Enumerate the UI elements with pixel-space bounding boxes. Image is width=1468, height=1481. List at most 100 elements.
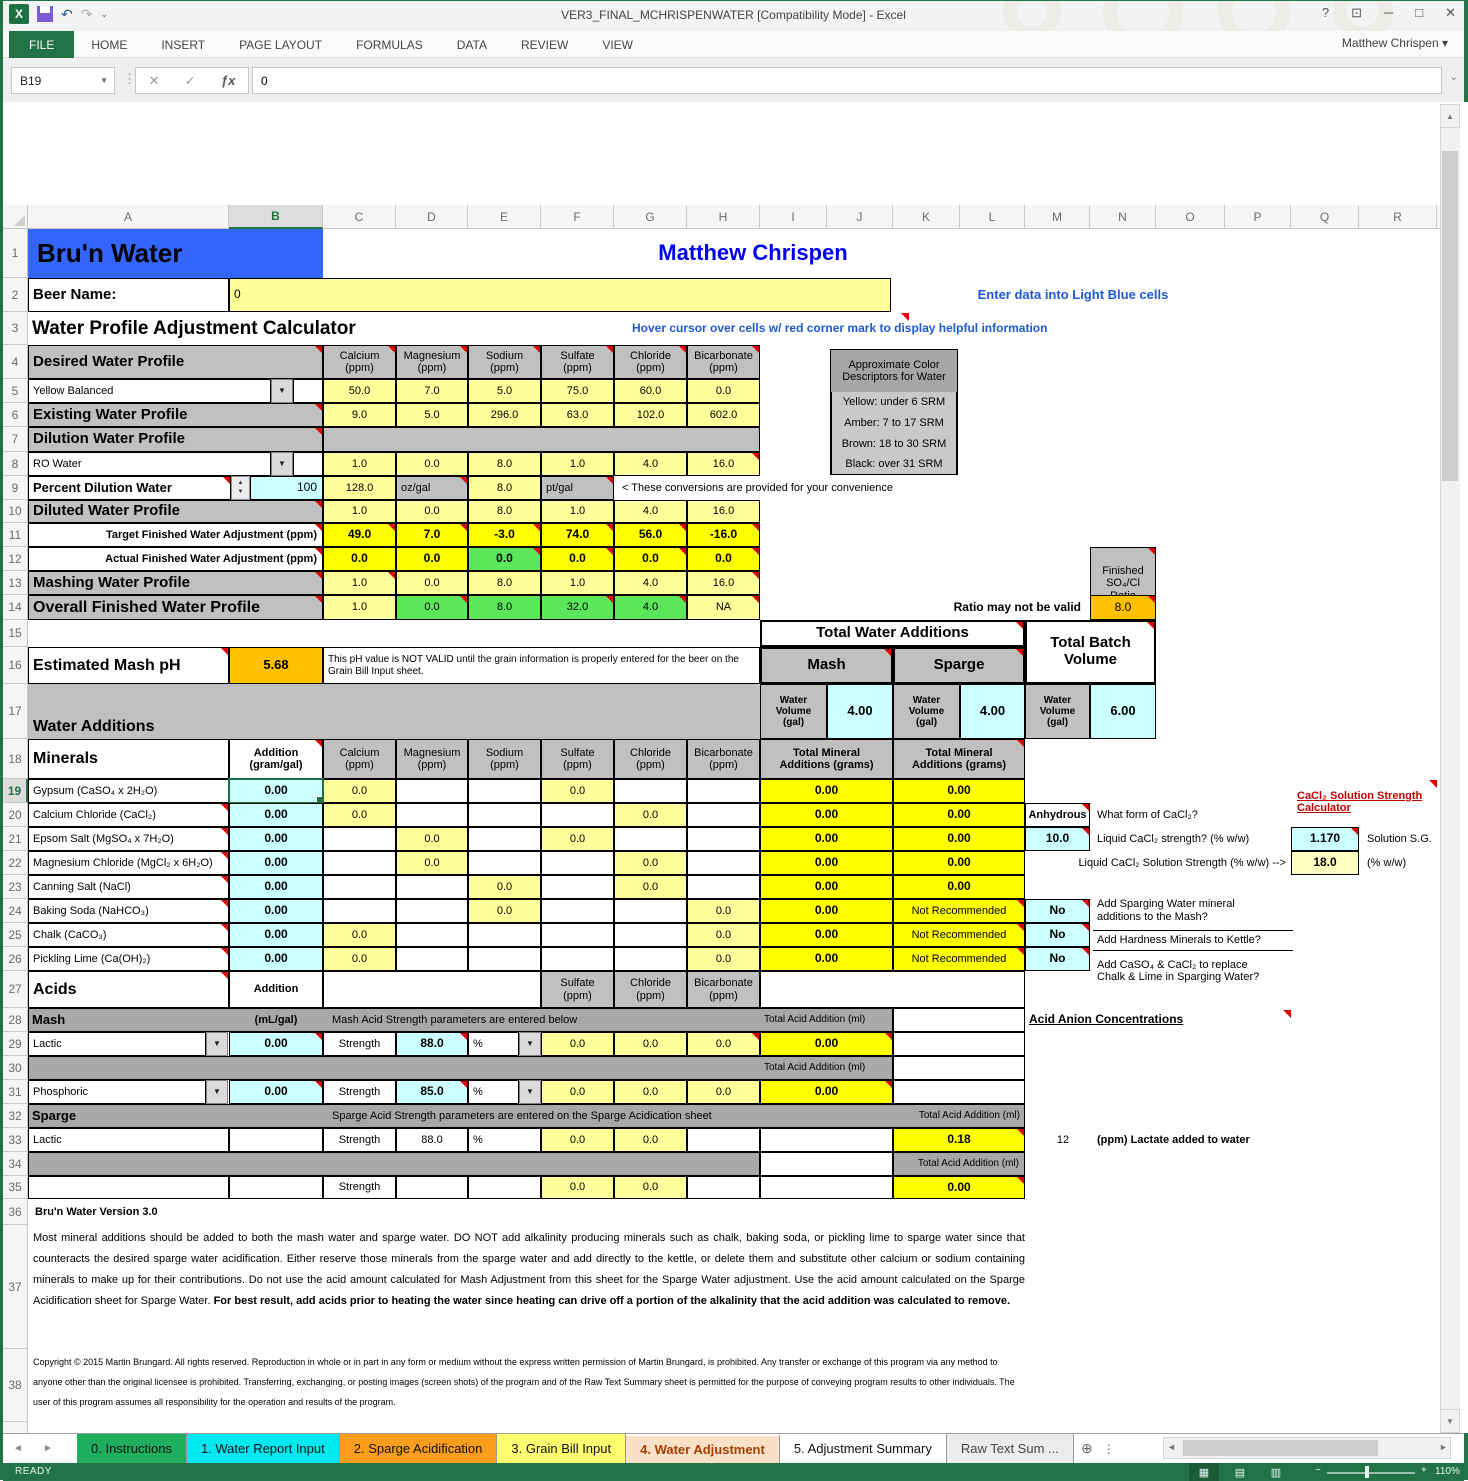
row-header-37[interactable]: 37: [3, 1225, 28, 1349]
column-header-R[interactable]: R: [1359, 205, 1437, 229]
solution-sg-input[interactable]: 1.170: [1291, 827, 1359, 851]
tab-file[interactable]: FILE: [9, 31, 74, 58]
name-box-caret-icon[interactable]: ▼: [100, 76, 108, 85]
pickling-lime-addition-input[interactable]: 0.00: [229, 947, 323, 971]
row-header-10[interactable]: 10: [3, 500, 28, 523]
row-header-31[interactable]: 31: [3, 1080, 28, 1104]
column-header-A[interactable]: A: [28, 205, 229, 229]
zoom-level[interactable]: 110%: [1435, 1466, 1460, 1477]
chalk-addition-input[interactable]: 0.00: [229, 923, 323, 947]
signed-in-user[interactable]: Matthew Chrispen ▾: [1342, 36, 1448, 50]
column-header-F[interactable]: F: [541, 205, 614, 229]
enter-icon[interactable]: ✓: [185, 73, 196, 89]
horizontal-scrollbar-thumb[interactable]: [1183, 1440, 1378, 1456]
help-icon[interactable]: ?: [1322, 5, 1329, 21]
row-header-8[interactable]: 8: [3, 452, 28, 476]
column-header-O[interactable]: O: [1156, 205, 1225, 229]
row-header-7[interactable]: 7: [3, 427, 28, 452]
replace-chalk-lime-toggle[interactable]: No: [1025, 947, 1090, 971]
column-header-J[interactable]: J: [827, 205, 893, 229]
column-header-C[interactable]: C: [323, 205, 396, 229]
desired-profile-dropdown[interactable]: ▼: [271, 379, 293, 403]
sheet-tab-raw-text-summary[interactable]: Raw Text Sum ...: [947, 1434, 1074, 1463]
mash-acid-1-unit-dropdown[interactable]: ▼: [519, 1032, 541, 1056]
sheet-tab-more-icon[interactable]: ⋮: [1100, 1434, 1118, 1463]
gypsum-addition-input[interactable]: 0.00: [229, 779, 323, 803]
zoom-in-icon[interactable]: +: [1421, 1465, 1427, 1476]
row-header-1[interactable]: 1: [3, 229, 28, 278]
row-header-17[interactable]: 17: [3, 684, 28, 739]
row-header-35[interactable]: 35: [3, 1176, 28, 1199]
row-header-20[interactable]: 20: [3, 803, 28, 827]
tab-review[interactable]: REVIEW: [504, 31, 585, 58]
row-header-9[interactable]: 9: [3, 476, 28, 500]
row-header-16[interactable]: 16: [3, 647, 28, 684]
sheet-tab-instructions[interactable]: 0. Instructions: [77, 1434, 187, 1463]
row-header-15[interactable]: 15: [3, 620, 28, 647]
tab-insert[interactable]: INSERT: [144, 31, 222, 58]
page-break-view-icon[interactable]: ▥: [1261, 1463, 1291, 1481]
page-layout-view-icon[interactable]: ▤: [1225, 1463, 1255, 1481]
scroll-left-icon[interactable]: ◄: [1167, 1442, 1176, 1452]
tab-page-layout[interactable]: PAGE LAYOUT: [222, 31, 339, 58]
row-header-5[interactable]: 5: [3, 379, 28, 403]
beer-name-input[interactable]: 0: [229, 278, 891, 312]
nacl-addition-input[interactable]: 0.00: [229, 875, 323, 899]
zoom-slider-thumb[interactable]: [1365, 1466, 1369, 1478]
sheet-tab-grain-bill-input[interactable]: 3. Grain Bill Input: [497, 1434, 626, 1463]
row-header-29[interactable]: 29: [3, 1032, 28, 1056]
cacl2-addition-input[interactable]: 0.00: [229, 803, 323, 827]
row-header-6[interactable]: 6: [3, 403, 28, 427]
mash-acid-1-strength-input[interactable]: 88.0: [396, 1032, 468, 1056]
scroll-up-icon[interactable]: ▲: [1440, 104, 1460, 128]
dilution-profile-select[interactable]: RO Water: [28, 452, 271, 476]
column-header-G[interactable]: G: [614, 205, 687, 229]
liquid-cacl2-strength-input[interactable]: 10.0: [1025, 827, 1090, 851]
dilution-profile-dropdown[interactable]: ▼: [271, 452, 293, 476]
sheet-tab-water-report-input[interactable]: 1. Water Report Input: [187, 1434, 340, 1463]
row-header-38[interactable]: 38: [3, 1349, 28, 1422]
sheet-tab-water-adjustment[interactable]: 4. Water Adjustment: [626, 1434, 780, 1463]
row-header-32[interactable]: 32: [3, 1104, 28, 1128]
mash-acid-2-select[interactable]: Phosphoric: [28, 1080, 206, 1104]
column-header-E[interactable]: E: [468, 205, 541, 229]
row-header-39[interactable]: 39: [3, 1422, 28, 1433]
mash-acid-2-addition-input[interactable]: 0.00: [229, 1080, 323, 1104]
sheet-tab-sparge-acidification[interactable]: 2. Sparge Acidification: [340, 1434, 498, 1463]
column-header-N[interactable]: N: [1090, 205, 1156, 229]
sheet-nav-left-icon[interactable]: ◄: [3, 1434, 33, 1463]
column-header-Q[interactable]: Q: [1291, 205, 1359, 229]
column-header-H[interactable]: H: [687, 205, 760, 229]
scroll-down-icon[interactable]: ▼: [1440, 1409, 1460, 1433]
mash-acid-2-dropdown[interactable]: ▼: [206, 1080, 228, 1104]
row-header-3[interactable]: 3: [3, 312, 28, 345]
row-header-11[interactable]: 11: [3, 523, 28, 547]
row-header-30[interactable]: 30: [3, 1056, 28, 1080]
row-header-13[interactable]: 13: [3, 571, 28, 595]
mash-acid-1-dropdown[interactable]: ▼: [206, 1032, 228, 1056]
formula-input[interactable]: 0: [252, 67, 1442, 94]
tab-formulas[interactable]: FORMULAS: [339, 31, 440, 58]
row-header-21[interactable]: 21: [3, 827, 28, 851]
minimize-icon[interactable]: ─: [1384, 5, 1393, 21]
row-header-14[interactable]: 14: [3, 595, 28, 620]
row-header-22[interactable]: 22: [3, 851, 28, 875]
column-header-L[interactable]: L: [960, 205, 1025, 229]
row-header-18[interactable]: 18: [3, 739, 28, 779]
row-header-36[interactable]: 36: [3, 1199, 28, 1225]
epsom-addition-input[interactable]: 0.00: [229, 827, 323, 851]
normal-view-icon[interactable]: ▦: [1189, 1463, 1219, 1481]
ribbon-display-icon[interactable]: ⊡: [1351, 5, 1362, 21]
mash-acid-2-unit-dropdown[interactable]: ▼: [519, 1080, 541, 1104]
row-header-25[interactable]: 25: [3, 923, 28, 947]
cancel-icon[interactable]: ✕: [149, 73, 160, 89]
formula-bar-expand-icon[interactable]: ⌄: [1450, 72, 1458, 83]
tab-data[interactable]: DATA: [440, 31, 504, 58]
row-header-2[interactable]: 2: [3, 278, 28, 312]
column-header-I[interactable]: I: [760, 205, 827, 229]
sheet-nav-right-icon[interactable]: ►: [33, 1434, 63, 1463]
row-header-28[interactable]: 28: [3, 1008, 28, 1032]
tab-home[interactable]: HOME: [74, 31, 144, 58]
row-header-27[interactable]: 27: [3, 971, 28, 1008]
column-header-P[interactable]: P: [1225, 205, 1291, 229]
